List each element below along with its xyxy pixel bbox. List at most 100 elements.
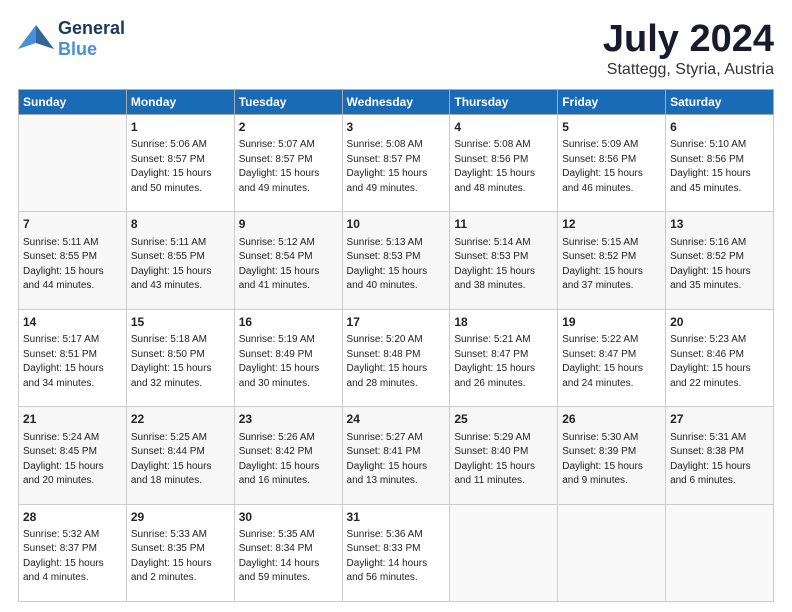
day-info-line: Sunset: 8:57 PM (131, 154, 205, 165)
day-number: 21 (23, 411, 122, 428)
day-info-line: Sunrise: 5:11 AM (131, 237, 206, 248)
day-number: 4 (454, 119, 553, 136)
day-info-line: Sunrise: 5:08 AM (347, 139, 423, 150)
logo-general: General (58, 18, 125, 39)
logo: General Blue (18, 18, 125, 60)
calendar-cell: 31Sunrise: 5:36 AMSunset: 8:33 PMDayligh… (342, 504, 450, 601)
calendar-cell: 13Sunrise: 5:16 AMSunset: 8:52 PMDayligh… (666, 212, 774, 309)
day-info-line: Daylight: 15 hours (670, 363, 751, 374)
day-info-line: and 49 minutes. (347, 183, 418, 194)
day-info-line: Daylight: 15 hours (23, 461, 104, 472)
day-info-line: Sunset: 8:47 PM (562, 349, 636, 360)
day-info-line: Daylight: 15 hours (454, 266, 535, 277)
day-info-line: Daylight: 15 hours (670, 168, 751, 179)
calendar-cell: 9Sunrise: 5:12 AMSunset: 8:54 PMDaylight… (234, 212, 342, 309)
day-number: 12 (562, 216, 661, 233)
day-info-line: Sunrise: 5:24 AM (23, 432, 99, 443)
day-info-line: Daylight: 15 hours (131, 558, 212, 569)
day-info-line: and 59 minutes. (239, 572, 310, 583)
day-info-line: and 41 minutes. (239, 280, 310, 291)
day-info-line: Daylight: 14 hours (239, 558, 320, 569)
day-number: 8 (131, 216, 230, 233)
day-info-line: Sunset: 8:48 PM (347, 349, 421, 360)
day-info-line: Sunset: 8:34 PM (239, 543, 313, 554)
day-info-line: Sunrise: 5:26 AM (239, 432, 315, 443)
calendar-cell: 5Sunrise: 5:09 AMSunset: 8:56 PMDaylight… (558, 115, 666, 212)
calendar-cell: 23Sunrise: 5:26 AMSunset: 8:42 PMDayligh… (234, 407, 342, 504)
day-number: 13 (670, 216, 769, 233)
day-number: 5 (562, 119, 661, 136)
day-info-line: Sunset: 8:37 PM (23, 543, 97, 554)
day-info-line: Sunrise: 5:12 AM (239, 237, 315, 248)
day-info-line: and 40 minutes. (347, 280, 418, 291)
day-info-line: and 38 minutes. (454, 280, 525, 291)
day-number: 10 (347, 216, 446, 233)
day-info-line: Sunrise: 5:18 AM (131, 334, 207, 345)
day-info-line: and 24 minutes. (562, 378, 633, 389)
calendar-cell: 2Sunrise: 5:07 AMSunset: 8:57 PMDaylight… (234, 115, 342, 212)
day-info-line: Sunset: 8:52 PM (670, 251, 744, 262)
day-info-line: and 9 minutes. (562, 475, 628, 486)
day-number: 7 (23, 216, 122, 233)
day-info-line: Sunrise: 5:06 AM (131, 139, 207, 150)
main-title: July 2024 (603, 18, 774, 61)
day-info-line: Daylight: 15 hours (454, 461, 535, 472)
day-info-line: Sunset: 8:42 PM (239, 446, 313, 457)
day-info-line: Sunrise: 5:32 AM (23, 529, 99, 540)
calendar-cell: 3Sunrise: 5:08 AMSunset: 8:57 PMDaylight… (342, 115, 450, 212)
calendar-table: SundayMondayTuesdayWednesdayThursdayFrid… (18, 89, 774, 602)
day-info-line: Daylight: 15 hours (347, 266, 428, 277)
day-number: 25 (454, 411, 553, 428)
day-info-line: Sunrise: 5:29 AM (454, 432, 530, 443)
day-info-line: Sunrise: 5:09 AM (562, 139, 638, 150)
day-info-line: and 46 minutes. (562, 183, 633, 194)
day-info-line: Sunrise: 5:33 AM (131, 529, 207, 540)
day-info-line: Sunset: 8:44 PM (131, 446, 205, 457)
calendar-header-wednesday: Wednesday (342, 90, 450, 115)
calendar-cell: 10Sunrise: 5:13 AMSunset: 8:53 PMDayligh… (342, 212, 450, 309)
day-info-line: Sunset: 8:53 PM (347, 251, 421, 262)
day-info-line: Daylight: 15 hours (131, 461, 212, 472)
day-info-line: Sunrise: 5:31 AM (670, 432, 746, 443)
day-info-line: and 49 minutes. (239, 183, 310, 194)
day-info-line: Sunset: 8:38 PM (670, 446, 744, 457)
page: General Blue July 2024 Stattegg, Styria,… (0, 0, 792, 612)
day-info-line: Sunset: 8:49 PM (239, 349, 313, 360)
day-info-line: Sunset: 8:45 PM (23, 446, 97, 457)
calendar-cell: 15Sunrise: 5:18 AMSunset: 8:50 PMDayligh… (126, 309, 234, 406)
calendar-cell: 26Sunrise: 5:30 AMSunset: 8:39 PMDayligh… (558, 407, 666, 504)
day-number: 28 (23, 509, 122, 526)
calendar-cell: 22Sunrise: 5:25 AMSunset: 8:44 PMDayligh… (126, 407, 234, 504)
day-number: 19 (562, 314, 661, 331)
day-info-line: Daylight: 15 hours (562, 266, 643, 277)
calendar-cell (450, 504, 558, 601)
calendar-header-thursday: Thursday (450, 90, 558, 115)
day-number: 9 (239, 216, 338, 233)
day-info-line: Sunrise: 5:20 AM (347, 334, 423, 345)
calendar-week-row: 21 Sunrise: 5:24 AM Sunset: 8:45 PM Dayligh… (19, 407, 774, 504)
day-info-line: and 45 minutes. (670, 183, 741, 194)
calendar-cell: 12Sunrise: 5:15 AMSunset: 8:52 PMDayligh… (558, 212, 666, 309)
day-info-line: Daylight: 15 hours (562, 461, 643, 472)
day-info-line: Sunset: 8:57 PM (239, 154, 313, 165)
day-info-line: Sunset: 8:57 PM (347, 154, 421, 165)
day-info-line: Sunrise: 5:30 AM (562, 432, 638, 443)
subtitle: Stattegg, Styria, Austria (603, 61, 774, 79)
day-info-line: Daylight: 15 hours (23, 363, 104, 374)
day-info-line: and 11 minutes. (454, 475, 524, 486)
day-info-line: Sunset: 8:51 PM (23, 349, 97, 360)
day-info-line: Sunrise: 5:11 AM (23, 237, 98, 248)
day-info-line: Daylight: 15 hours (347, 168, 428, 179)
day-info-line: and 32 minutes. (131, 378, 202, 389)
day-info-line: and 30 minutes. (239, 378, 310, 389)
day-number: 31 (347, 509, 446, 526)
day-number: 6 (670, 119, 769, 136)
header: General Blue July 2024 Stattegg, Styria,… (18, 18, 774, 79)
day-info-line: Daylight: 15 hours (131, 363, 212, 374)
calendar-cell: 21 Sunrise: 5:24 AM Sunset: 8:45 PM Dayligh… (19, 407, 127, 504)
day-info-line: Sunset: 8:50 PM (131, 349, 205, 360)
day-info-line: Sunset: 8:39 PM (562, 446, 636, 457)
calendar-cell: 17Sunrise: 5:20 AMSunset: 8:48 PMDayligh… (342, 309, 450, 406)
day-info-line: Sunrise: 5:27 AM (347, 432, 423, 443)
day-info-line: Sunrise: 5:22 AM (562, 334, 638, 345)
